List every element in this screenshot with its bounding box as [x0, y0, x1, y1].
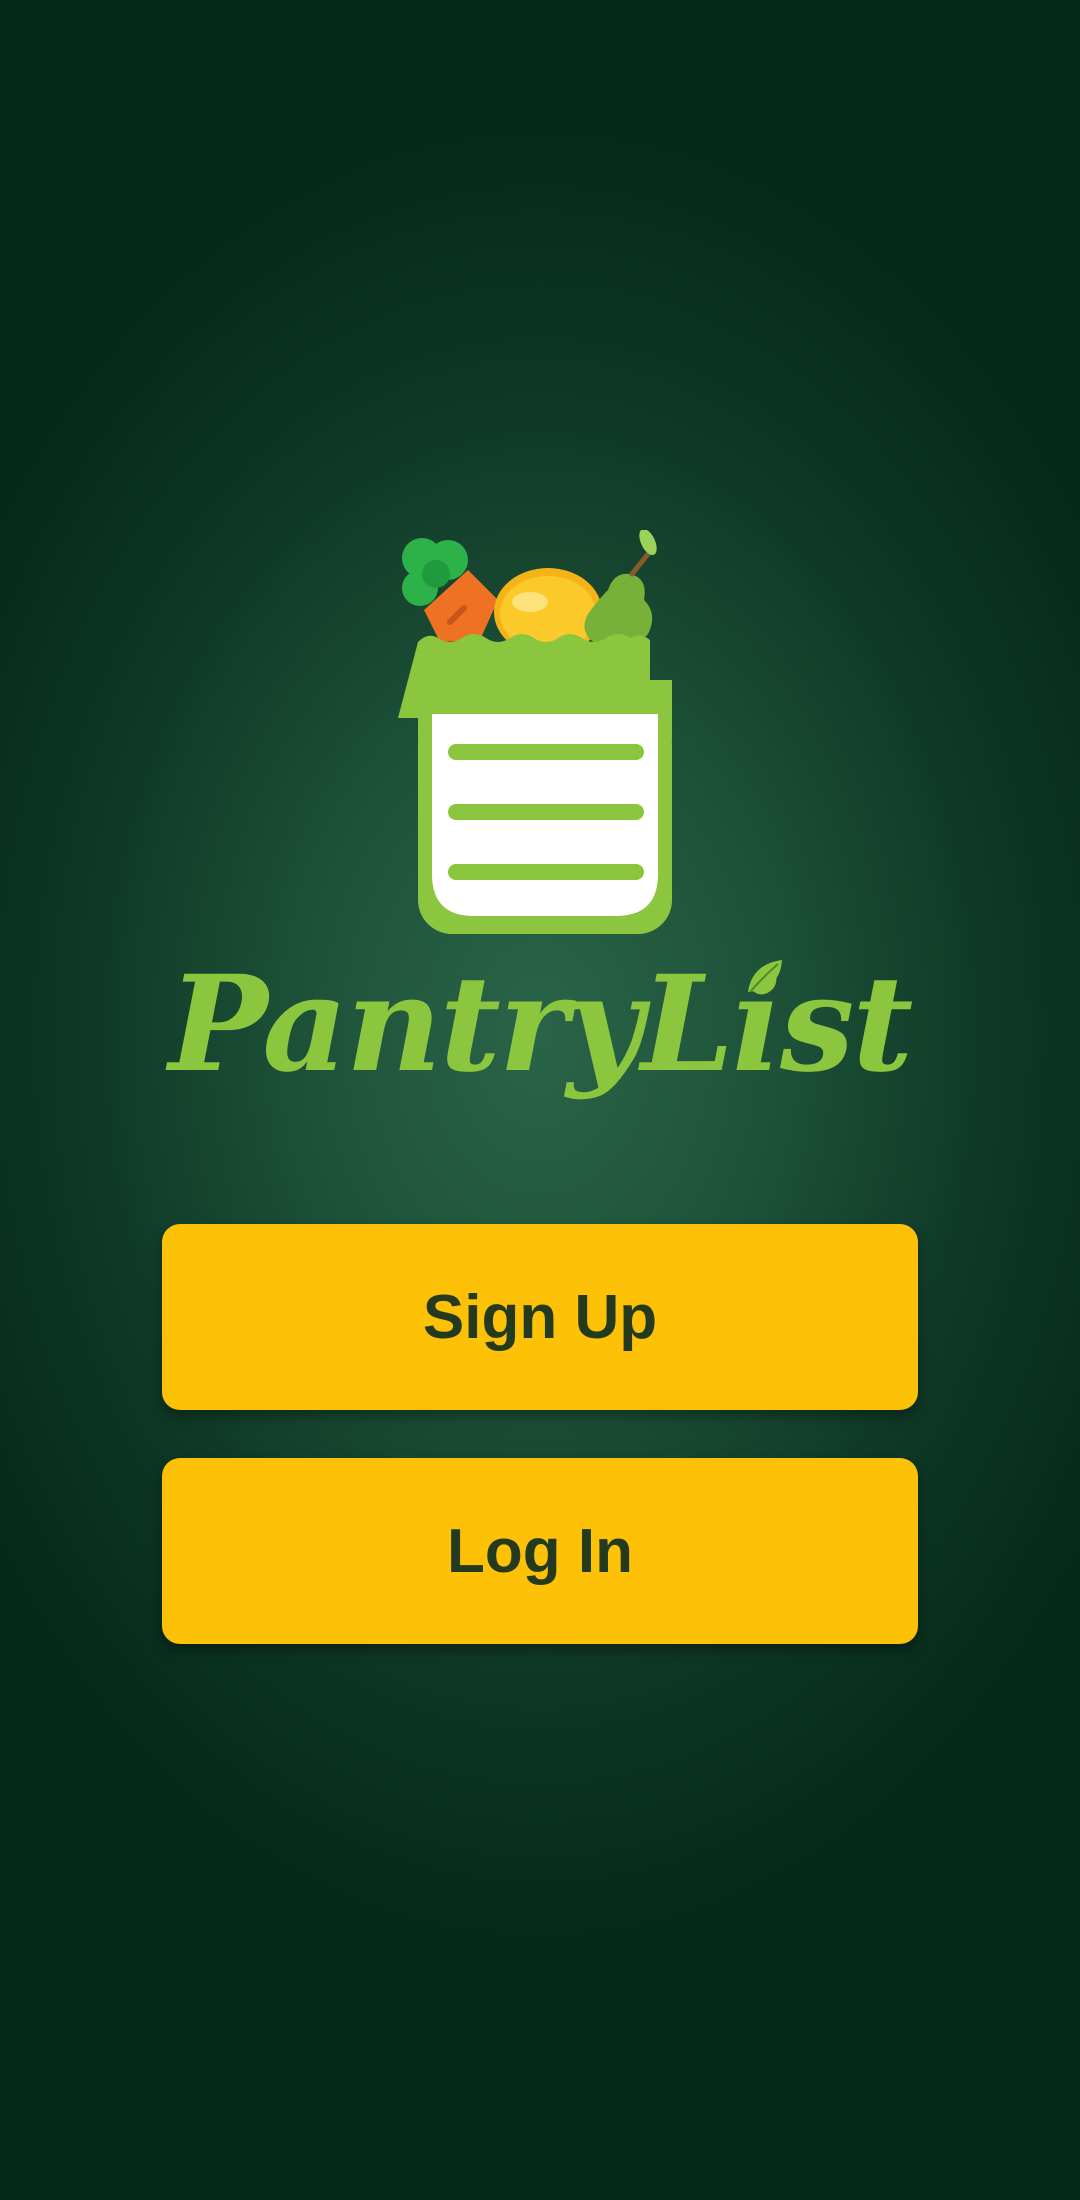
app-wordmark: PantryList	[0, 930, 1080, 1120]
log-in-button[interactable]: Log In	[162, 1458, 918, 1644]
app-logo	[380, 528, 700, 940]
carrot-icon	[402, 538, 498, 642]
app-name: PantryList	[165, 947, 913, 1102]
grocery-bag-list-icon	[398, 528, 672, 934]
pear-icon	[584, 528, 657, 650]
sign-up-button[interactable]: Sign Up	[162, 1224, 918, 1410]
